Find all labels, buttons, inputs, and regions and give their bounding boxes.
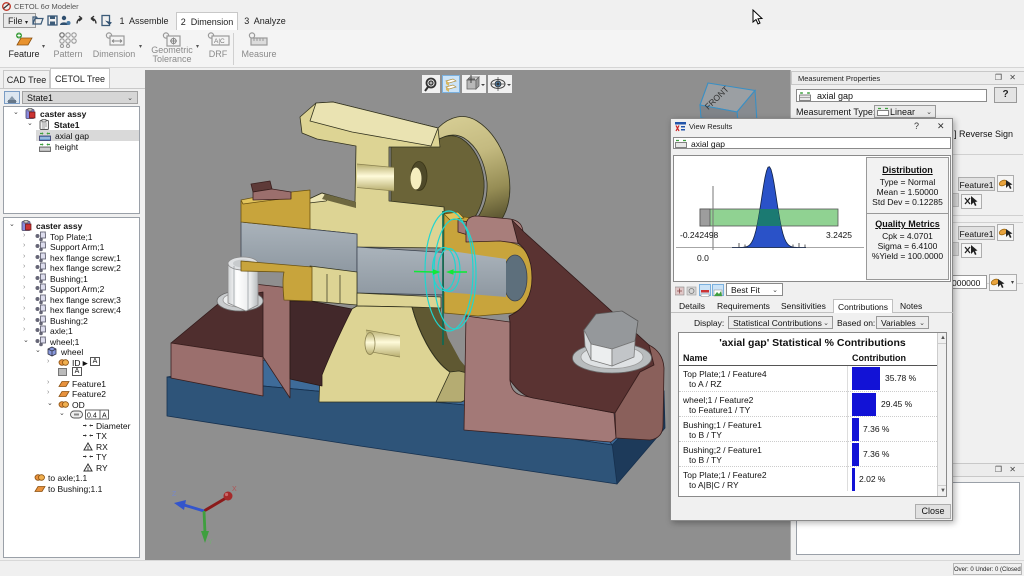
svg-text:X: X [232, 486, 237, 493]
svg-text:3.2425: 3.2425 [826, 230, 852, 240]
svg-text:-0.242498: -0.242498 [680, 230, 719, 240]
svg-text:0.0: 0.0 [697, 253, 709, 263]
svg-text:0.4: 0.4 [87, 413, 97, 420]
svg-text:Z: Z [172, 491, 177, 498]
svg-text:A|C: A|C [214, 38, 225, 45]
svg-text:A: A [102, 413, 107, 420]
svg-text:Y: Y [208, 539, 213, 545]
